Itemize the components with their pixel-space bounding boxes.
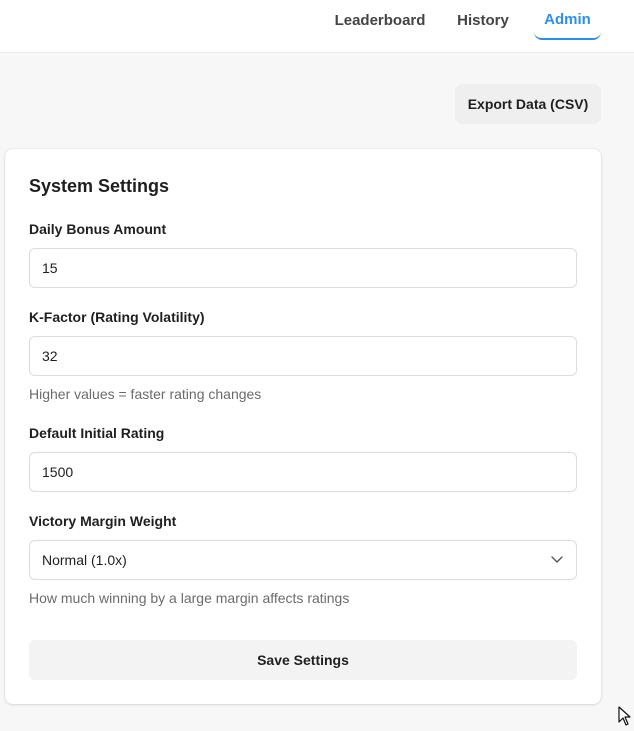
export-csv-button[interactable]: Export Data (CSV) [455,84,601,124]
k-factor-input[interactable] [29,336,577,376]
victory-margin-selected-value: Normal (1.0x) [42,552,127,568]
system-settings-card: System Settings Daily Bonus Amount K-Fac… [5,149,601,704]
top-navigation: Leaderboard History Admin [0,0,634,53]
k-factor-label: K-Factor (Rating Volatility) [29,309,205,325]
chevron-down-icon [550,553,564,567]
k-factor-helper: Higher values = faster rating changes [29,386,262,402]
tab-leaderboard[interactable]: Leaderboard [331,0,429,40]
victory-margin-label: Victory Margin Weight [29,513,177,529]
settings-title: System Settings [29,176,170,196]
initial-rating-label: Default Initial Rating [29,425,165,441]
save-settings-button[interactable]: Save Settings [29,640,577,680]
victory-margin-select[interactable]: Normal (1.0x) [29,540,577,580]
mouse-pointer-icon [618,706,632,726]
victory-margin-helper: How much winning by a large margin affec… [29,590,350,606]
daily-bonus-input[interactable] [29,248,577,288]
tab-history[interactable]: History [450,0,516,40]
tab-admin[interactable]: Admin [534,0,601,40]
initial-rating-input[interactable] [29,452,577,492]
daily-bonus-label: Daily Bonus Amount [29,221,167,237]
